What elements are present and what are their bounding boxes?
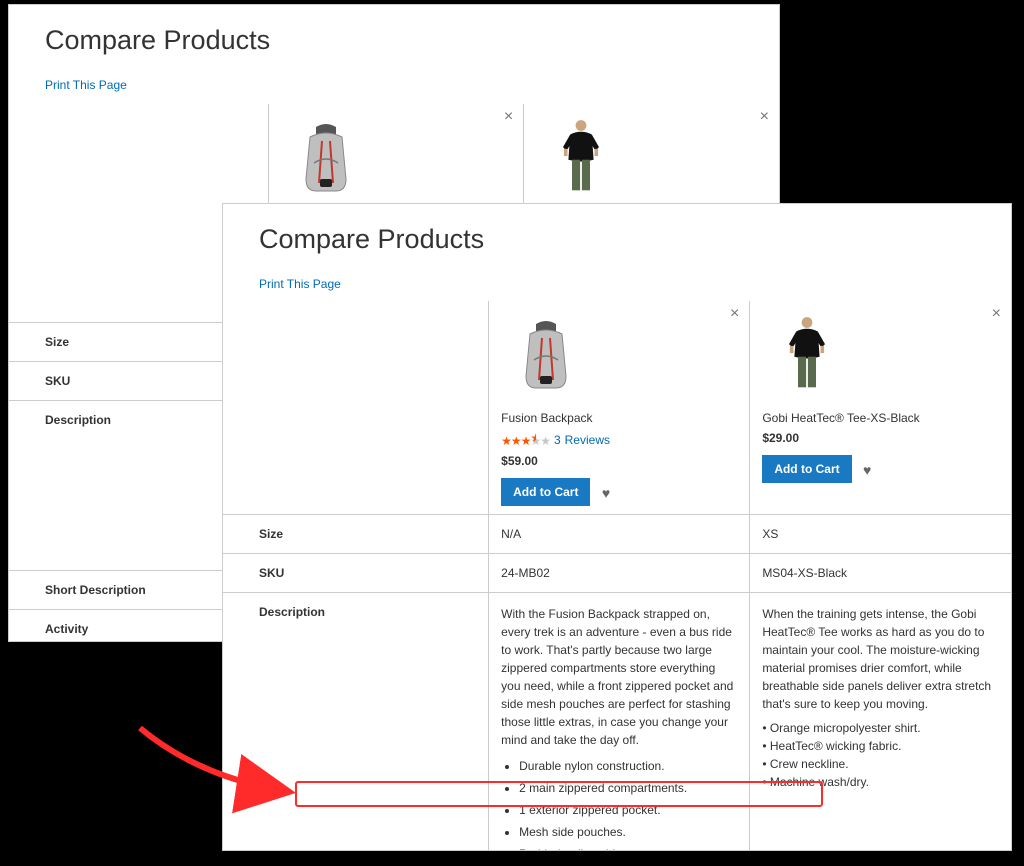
page-title: Compare Products xyxy=(45,25,779,56)
product-name[interactable]: Fusion Backpack xyxy=(501,411,737,425)
remove-product-icon[interactable]: × xyxy=(992,305,1001,323)
print-page-link[interactable]: Print This Page xyxy=(45,78,127,92)
product-price: $59.00 xyxy=(501,454,737,468)
attr-label-description: Description xyxy=(223,593,489,852)
wishlist-heart-icon[interactable]: ♥ xyxy=(863,462,871,478)
star-rating-icon: ★★★★★★ xyxy=(501,431,550,448)
attr-label-size: Size xyxy=(223,515,489,554)
description-bullet: Durable nylon construction. xyxy=(519,757,737,775)
description-bullet: 2 main zippered compartments. xyxy=(519,779,737,797)
product-price: $29.00 xyxy=(762,431,999,445)
attr-value-description: With the Fusion Backpack strapped on, ev… xyxy=(489,593,750,852)
compare-table-front: × Fusion Backpack ★★★★★★ 3 Reviews xyxy=(223,301,1011,851)
product-image[interactable] xyxy=(536,112,626,202)
add-to-cart-button[interactable]: Add to Cart xyxy=(501,478,590,506)
description-bullet: Padded, adjustable straps. xyxy=(519,845,737,851)
attr-value-description: When the training gets intense, the Gobi… xyxy=(750,593,1011,852)
product-image[interactable] xyxy=(762,309,852,399)
print-page-link[interactable]: Print This Page xyxy=(259,277,341,291)
attr-value: 24-MB02 xyxy=(489,554,750,593)
product-column: × Gobi HeatTec® Tee-XS-Black $29.00 xyxy=(750,301,1011,515)
product-image[interactable] xyxy=(281,112,371,202)
description-bullet: 1 exterior zippered pocket. xyxy=(519,801,737,819)
product-column: × Fusion Backpack ★★★★★★ 3 Reviews xyxy=(489,301,750,515)
description-bullet: Mesh side pouches. xyxy=(519,823,737,841)
add-to-cart-button[interactable]: Add to Cart xyxy=(762,455,851,483)
page-title: Compare Products xyxy=(259,224,1011,255)
compare-panel-front: Compare Products Print This Page × Fusio… xyxy=(222,203,1012,851)
attr-value: MS04-XS-Black xyxy=(750,554,1011,593)
remove-product-icon[interactable]: × xyxy=(760,108,769,126)
attr-value: XS xyxy=(750,515,1011,554)
product-image[interactable] xyxy=(501,309,591,399)
wishlist-heart-icon[interactable]: ♥ xyxy=(602,485,610,501)
product-name[interactable]: Gobi HeatTec® Tee-XS-Black xyxy=(762,411,999,425)
product-reviews[interactable]: ★★★★★★ 3 Reviews xyxy=(501,431,737,448)
remove-product-icon[interactable]: × xyxy=(504,108,513,126)
attr-label-sku: SKU xyxy=(223,554,489,593)
attr-value: N/A xyxy=(489,515,750,554)
remove-product-icon[interactable]: × xyxy=(730,305,739,323)
reviews-count: 3 xyxy=(554,433,561,447)
reviews-word: Reviews xyxy=(565,433,610,447)
